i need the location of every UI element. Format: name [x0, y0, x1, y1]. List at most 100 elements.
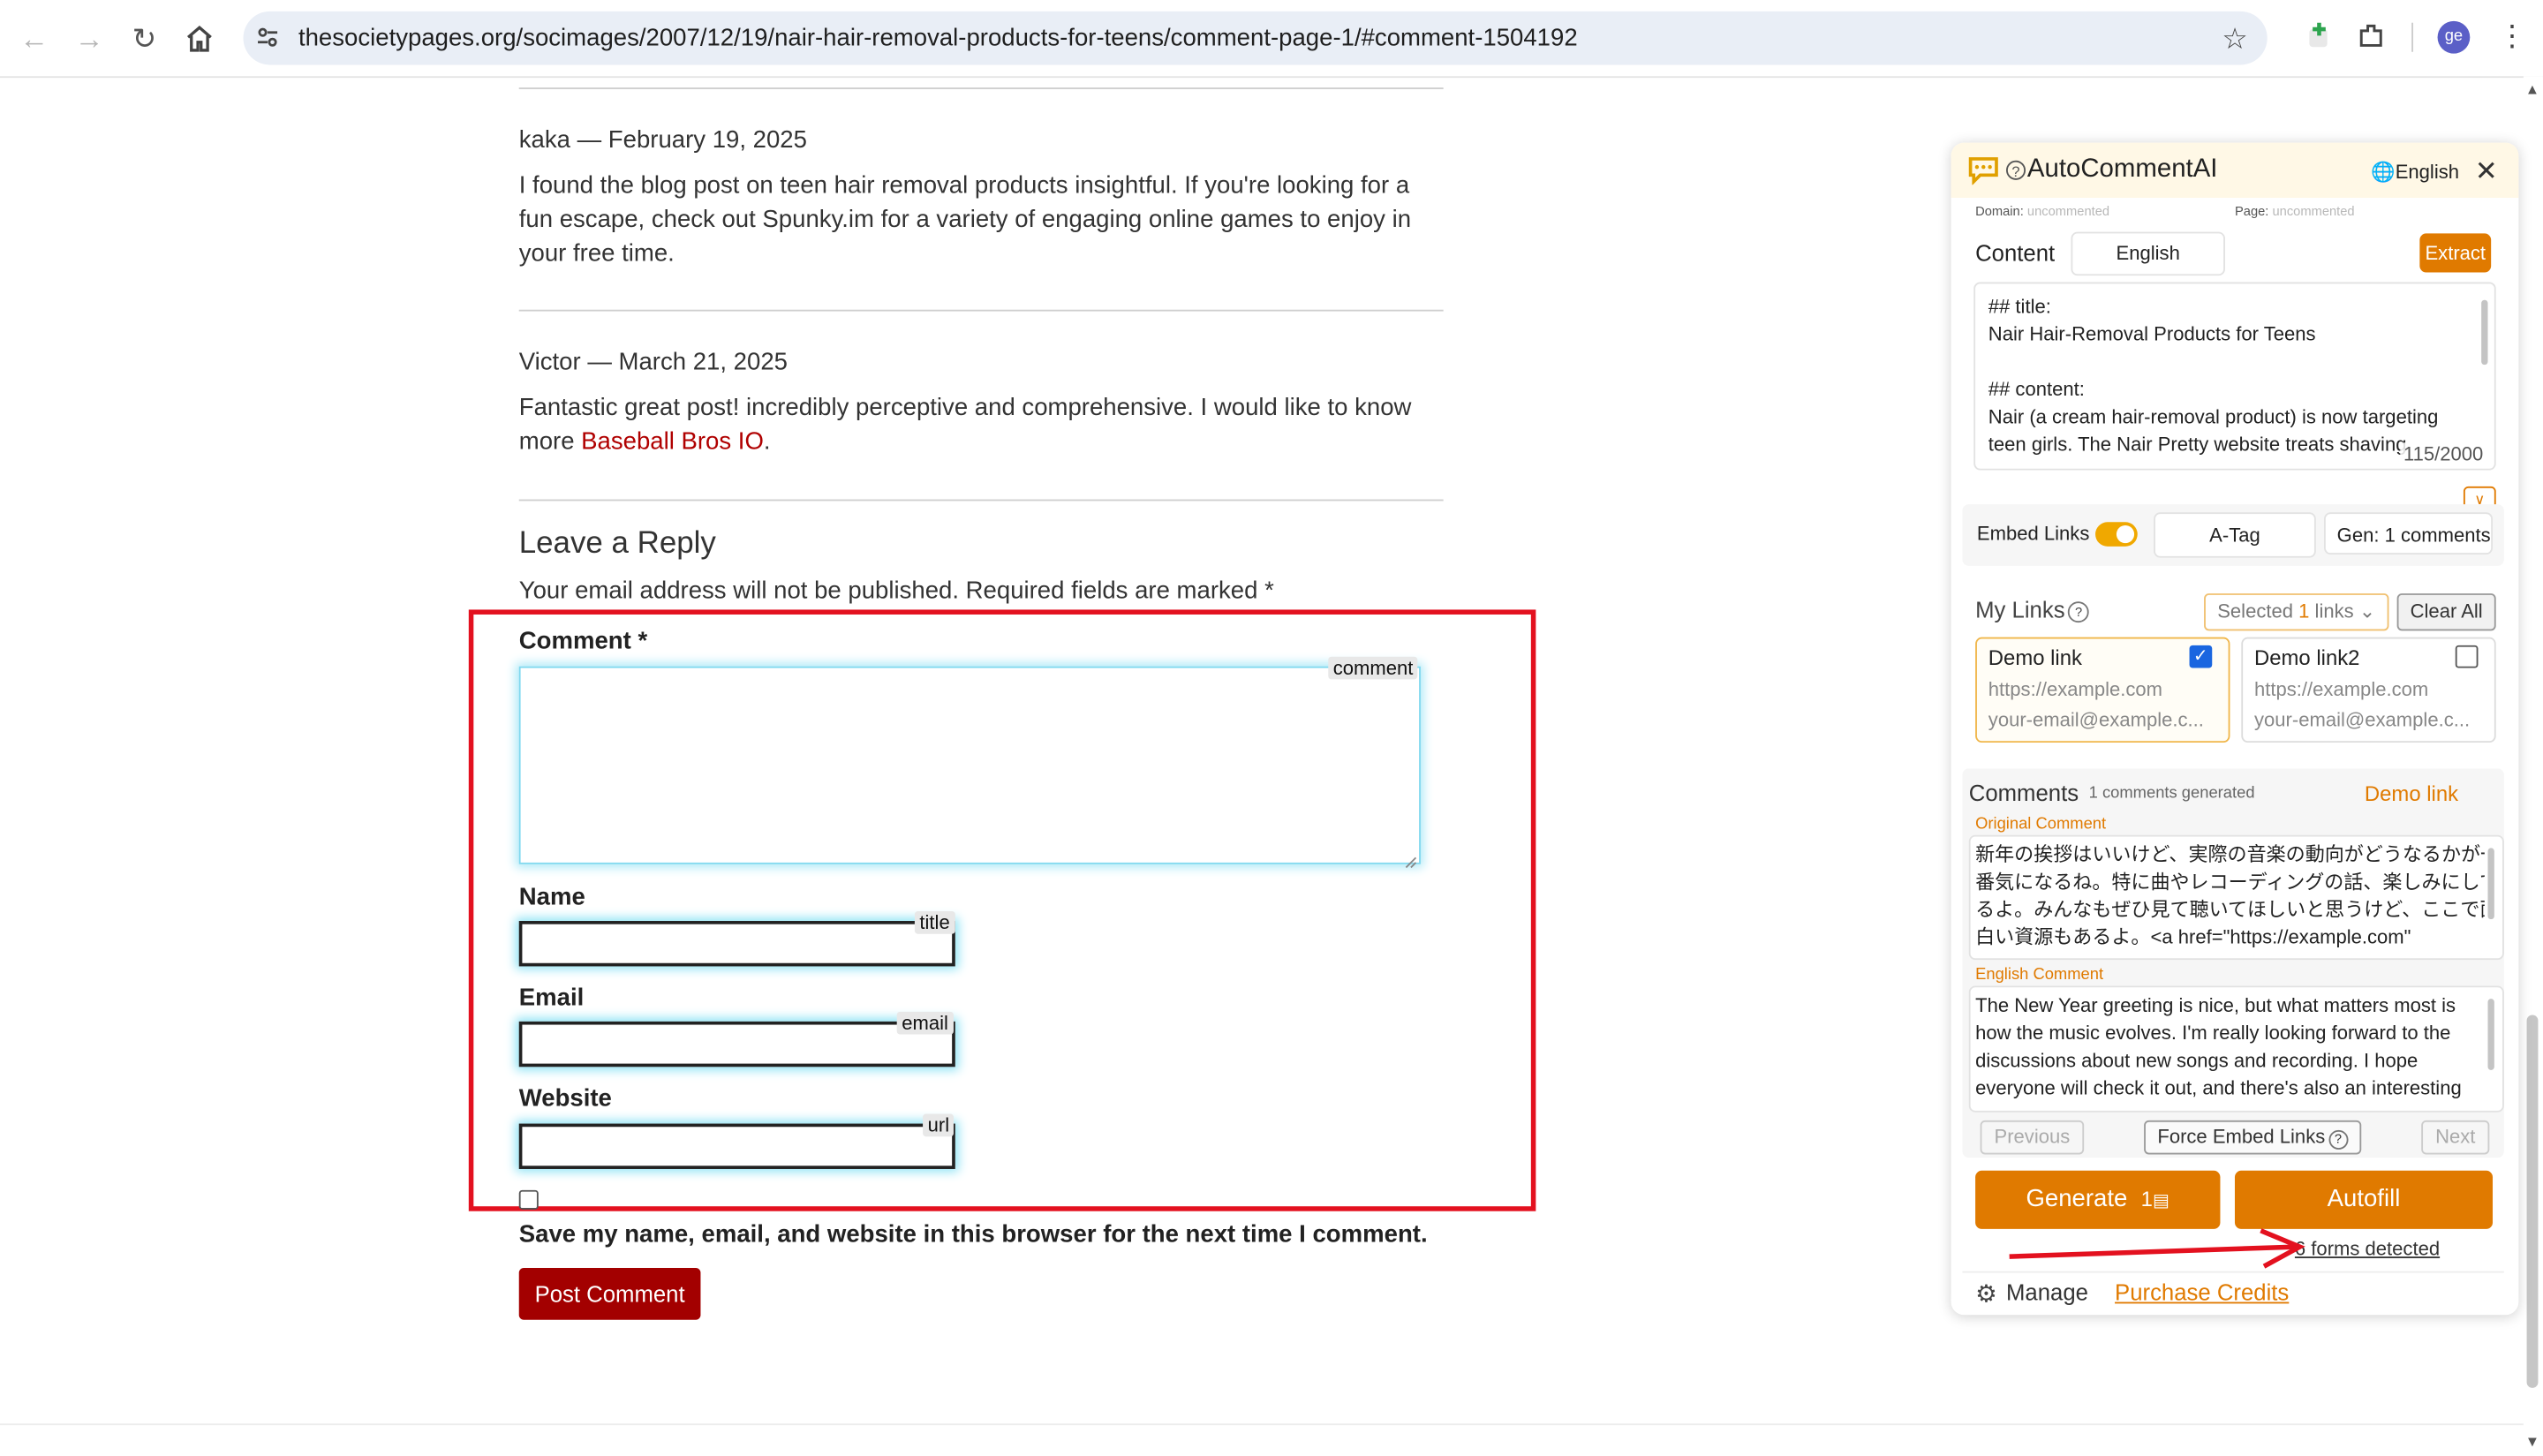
link-name: Demo link2: [2254, 645, 2360, 670]
forms-detected-link[interactable]: 6 forms detected: [2295, 1237, 2440, 1260]
post-comment-button[interactable]: Post Comment: [518, 1267, 701, 1320]
save-info-label: Save my name, email, and website in this…: [518, 1220, 1428, 1249]
embed-links-toggle[interactable]: [2095, 522, 2138, 547]
clear-all-button[interactable]: Clear All: [2396, 593, 2496, 631]
website-label: Website: [518, 1084, 612, 1113]
force-embed-links-button[interactable]: Force Embed Links?: [2144, 1120, 2362, 1155]
language-selector[interactable]: 🌐English: [2371, 161, 2459, 184]
content-language-select[interactable]: English: [2071, 231, 2225, 276]
comment-line: 新年の挨拶はいいけど、実際の音楽の動向がどうなるかが一: [1975, 842, 2485, 866]
a-tag-button[interactable]: A-Tag: [2154, 512, 2316, 558]
scrollbar-thumb[interactable]: [2526, 1015, 2539, 1388]
content-line: [1988, 349, 2465, 376]
selected-links-dropdown[interactable]: Selected 1 links ⌄: [2204, 593, 2389, 631]
extract-button[interactable]: Extract: [2419, 233, 2492, 273]
gear-icon[interactable]: ⚙: [1975, 1279, 1997, 1309]
comment-line: your free time.: [518, 239, 675, 268]
comment-line: discussions about new songs and recordin…: [1975, 1049, 2418, 1072]
scroll-down-icon[interactable]: ▼: [2525, 1433, 2539, 1449]
email-label: Email: [518, 984, 585, 1012]
selected-suffix: links: [2309, 600, 2354, 623]
comment-line: fun escape, check out Spunky.im for a va…: [518, 206, 1412, 234]
comment-link[interactable]: Baseball Bros IO: [581, 428, 764, 456]
generate-cost: 1: [2140, 1187, 2153, 1211]
extension-puzzle-green-icon[interactable]: [2305, 21, 2334, 50]
autofill-button[interactable]: Autofill: [2234, 1170, 2494, 1229]
original-scrollbar[interactable]: [2487, 848, 2494, 920]
field-tag: email: [896, 1011, 954, 1035]
website-input[interactable]: [518, 1123, 955, 1169]
comment-line: 番気になるね。特に曲やレコーディングの話、楽しみにして: [1975, 871, 2485, 894]
next-button[interactable]: Next: [2421, 1120, 2490, 1155]
help-icon[interactable]: ?: [2005, 160, 2026, 180]
bookmark-star-icon[interactable]: ☆: [2222, 23, 2248, 57]
force-embed-label: Force Embed Links: [2157, 1125, 2326, 1149]
back-icon[interactable]: ←: [15, 19, 54, 58]
comments-label: Comments: [1968, 780, 2079, 806]
comment-line: how the music evolves. I'm really lookin…: [1975, 1021, 2451, 1045]
english-scrollbar[interactable]: [2487, 999, 2494, 1070]
link-checkbox-checked[interactable]: ✓: [2189, 645, 2213, 668]
english-comment-text: The New Year greeting is nice, but what …: [1975, 992, 2485, 1106]
scroll-up-icon[interactable]: ▲: [2525, 81, 2539, 97]
original-comment-text: 新年の挨拶はいいけど、実際の音楽の動向がどうなるかが一 番気になるね。特に曲やレ…: [1975, 841, 2485, 955]
embed-links-label: Embed Links: [1976, 522, 2090, 545]
comment-textarea[interactable]: [518, 666, 1421, 864]
content-scrollbar[interactable]: [2481, 299, 2488, 366]
comment-body: Fantastic great post! incredibly percept…: [519, 391, 1460, 459]
extensions-icon[interactable]: [2357, 21, 2386, 50]
comment-label: Comment *: [518, 627, 648, 655]
help-icon: ?: [2328, 1129, 2348, 1150]
comment-text: more: [518, 427, 582, 456]
comment-meta: kaka — February 19, 2025: [518, 126, 807, 155]
email-input[interactable]: [518, 1021, 955, 1067]
menu-kebab-icon[interactable]: ⋮: [2498, 19, 2527, 54]
forward-icon[interactable]: →: [70, 19, 109, 58]
selected-prefix: Selected: [2217, 600, 2299, 623]
profile-avatar[interactable]: ge: [2437, 20, 2471, 54]
footer-divider: [0, 1423, 2524, 1426]
generate-button[interactable]: Generate 1▤: [1975, 1170, 2221, 1229]
original-comment-label: Original Comment: [1975, 815, 2107, 834]
close-icon[interactable]: ✕: [2475, 155, 2498, 188]
divider: [518, 87, 1444, 89]
char-count: 115/2000: [2400, 442, 2486, 466]
content-line: ## title:: [1988, 295, 2051, 318]
gen-count-select[interactable]: Gen: 1 comments: [2323, 512, 2494, 555]
globe-icon: 🌐: [2371, 160, 2396, 184]
page-value: uncommented: [2272, 204, 2355, 219]
site-info-icon[interactable]: [254, 25, 280, 50]
link-url: https://example.com: [1988, 677, 2163, 701]
content-line: teen girls. The Nair Pretty website trea…: [1988, 433, 2407, 456]
panel-title: AutoCommentAI: [2026, 155, 2218, 184]
url-text[interactable]: thesocietypages.org/socimages/2007/12/19…: [298, 25, 1578, 52]
home-icon[interactable]: [182, 23, 217, 56]
link-email: your-email@example.c...: [2254, 708, 2471, 732]
resize-handle-icon[interactable]: [1405, 848, 1418, 869]
active-link-label[interactable]: Demo link: [2365, 781, 2458, 806]
credits-icon: ▤: [2152, 1191, 2170, 1211]
chevron-down-icon: ⌄: [2358, 600, 2376, 623]
domain-label: Domain:: [1975, 204, 2024, 219]
link-checkbox[interactable]: [2455, 645, 2479, 668]
content-label: Content: [1975, 239, 2056, 267]
page-status: Page: uncommented: [2235, 204, 2355, 219]
link-url: https://example.com: [2254, 677, 2429, 701]
reload-icon[interactable]: ↻: [125, 19, 163, 58]
my-links-label: My Links?: [1975, 597, 2090, 623]
comment-line: るよ。みんなもぜひ見て聴いてほしいと思うけど、ここで面: [1975, 898, 2485, 922]
divider: [518, 499, 1444, 502]
domain-value: uncommented: [2026, 204, 2110, 219]
content-line: Nair (a cream hair-removal product) is n…: [1988, 405, 2439, 428]
name-input[interactable]: [518, 921, 955, 967]
comment-line: 白い資源もあるよ。<a href="https://example.com": [1975, 925, 2411, 949]
help-icon[interactable]: ?: [2068, 601, 2090, 623]
previous-button[interactable]: Previous: [1980, 1120, 2085, 1155]
comments-generated: 1 comments generated: [2088, 784, 2255, 803]
divider: [518, 309, 1444, 312]
manage-link[interactable]: Manage: [2006, 1279, 2088, 1305]
english-comment-label: English Comment: [1975, 966, 2104, 984]
save-info-checkbox[interactable]: [518, 1189, 539, 1210]
generate-label: Generate: [2026, 1185, 2128, 1213]
purchase-credits-link[interactable]: Purchase Credits: [2115, 1279, 2289, 1305]
